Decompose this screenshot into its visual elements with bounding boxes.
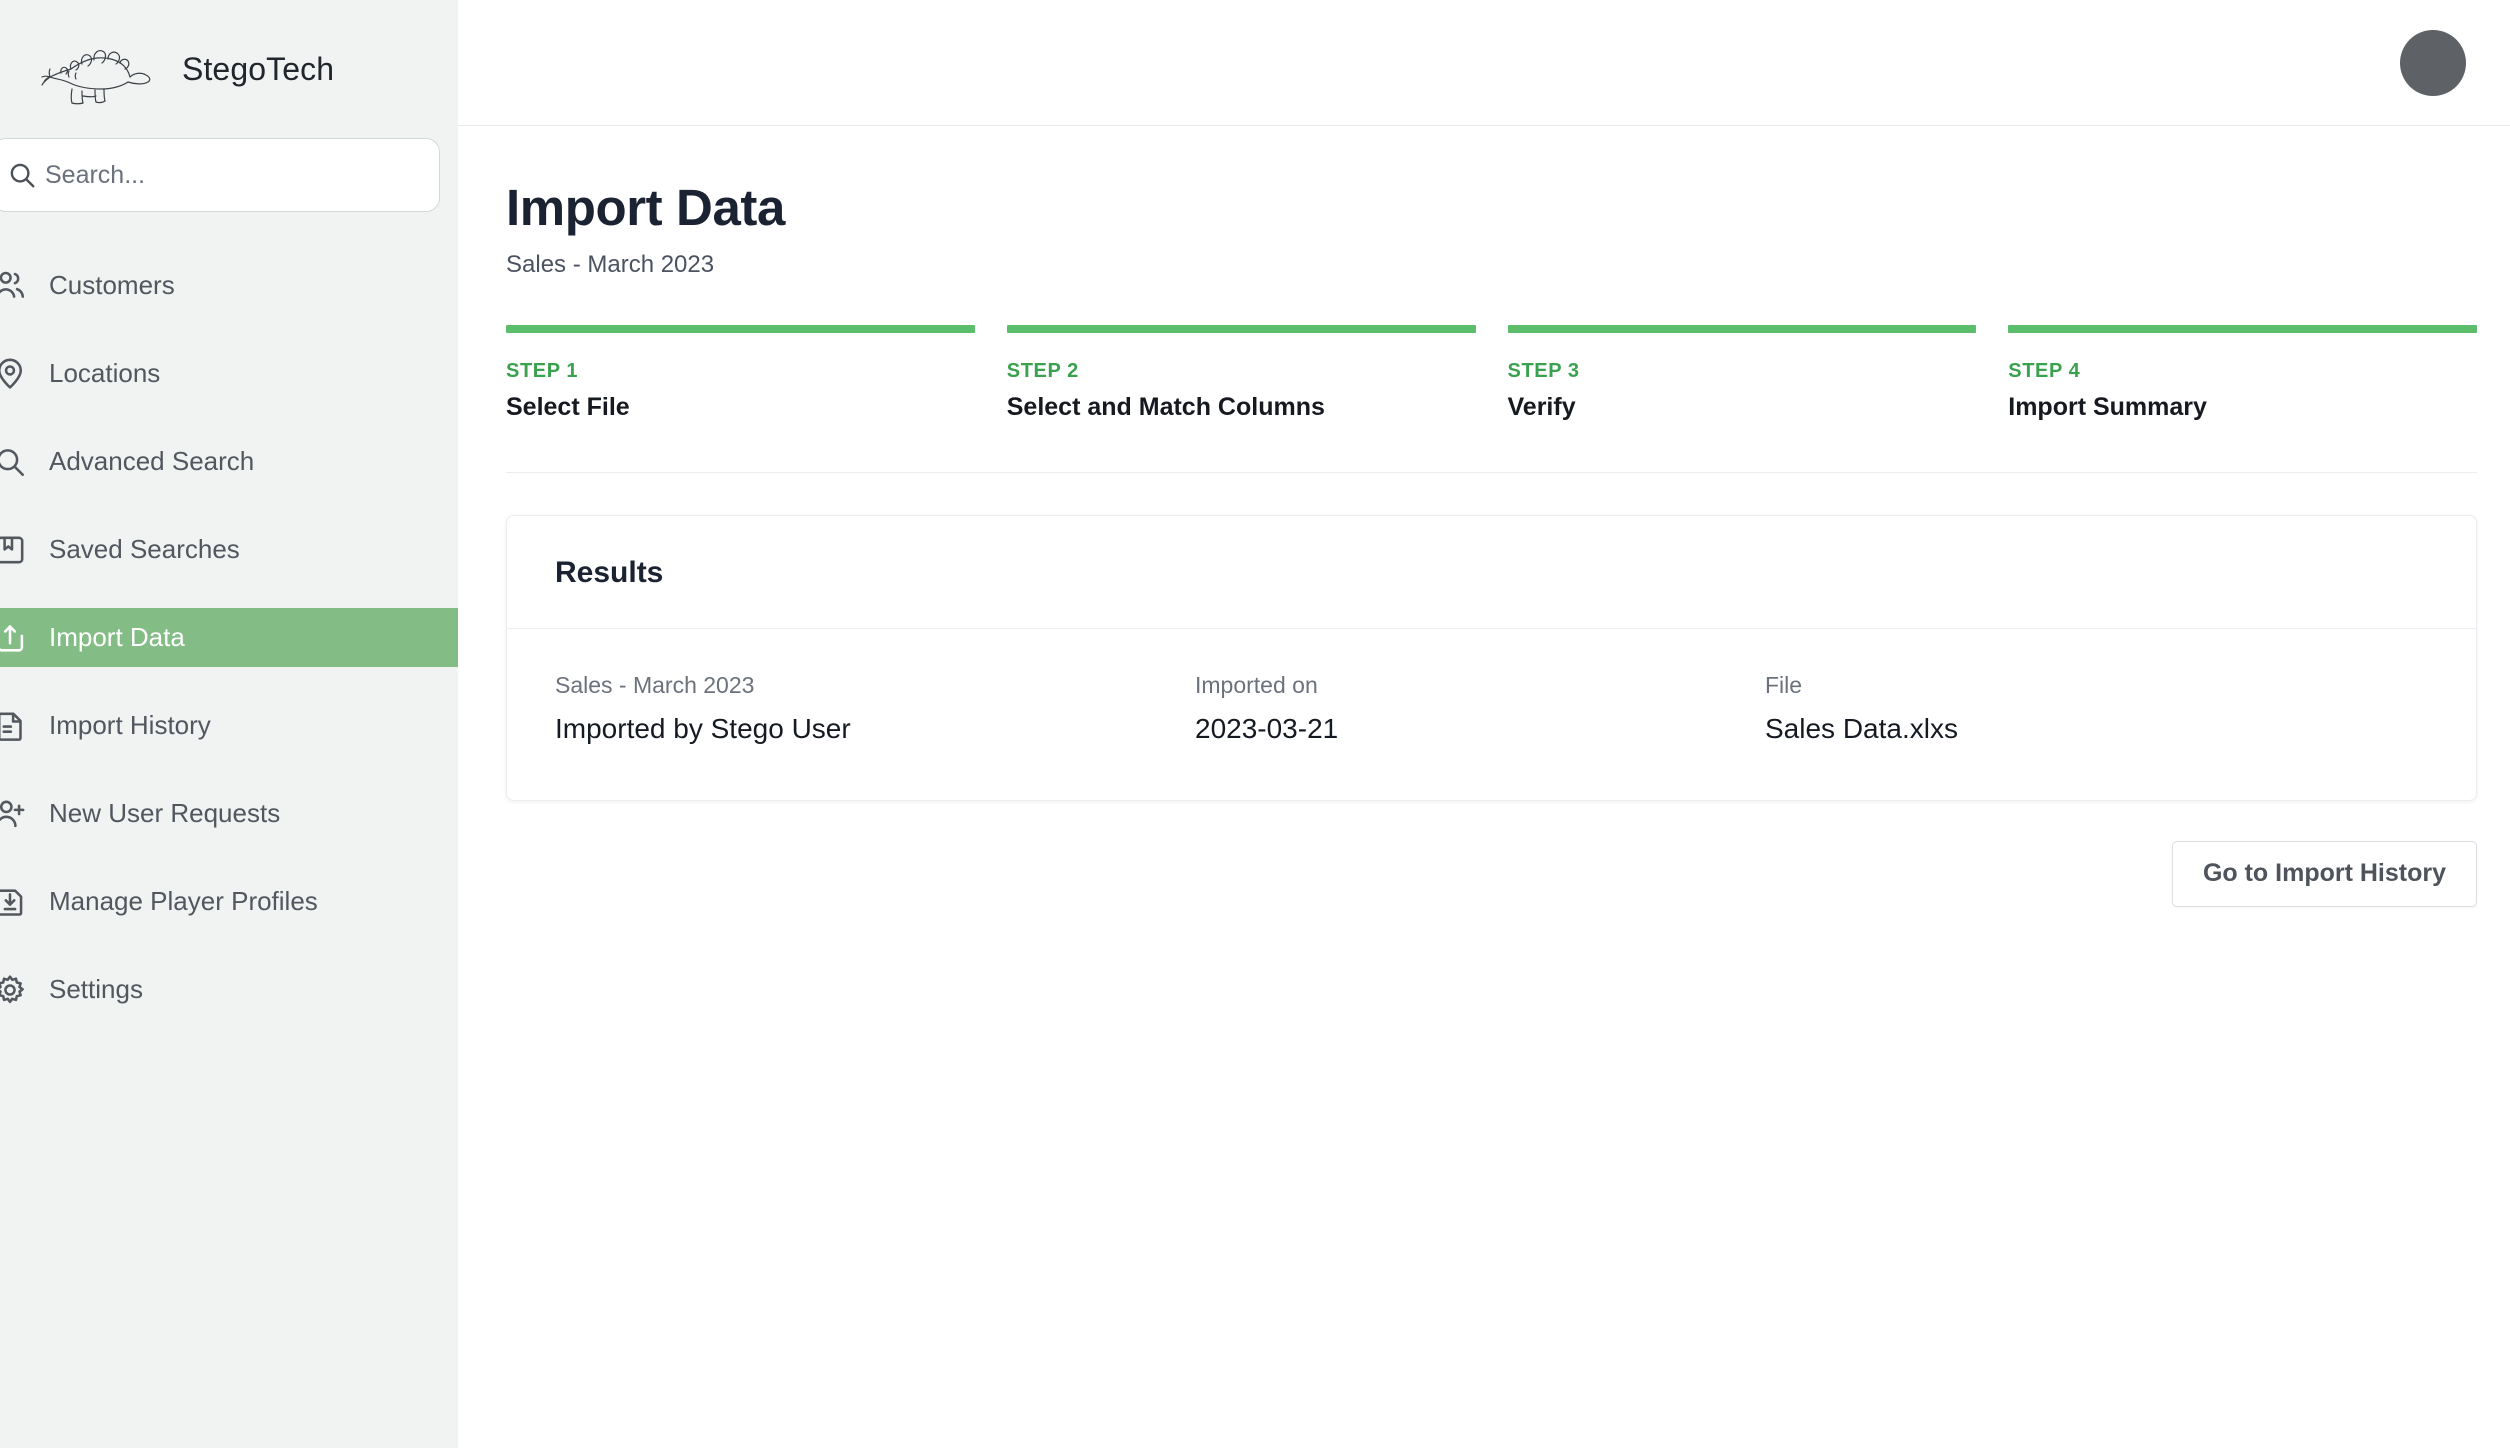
step-progress-bar: [1507, 324, 1977, 333]
search-icon: [0, 448, 25, 476]
app-root: StegoTech Customers: [0, 0, 2510, 1448]
sidebar-item-import-data[interactable]: Import Data: [0, 608, 458, 667]
sidebar-item-label: Customers: [49, 270, 175, 300]
field-value: Imported by Stego User: [555, 712, 851, 744]
page-subtitle: Sales - March 2023: [506, 250, 715, 278]
sidebar-item-label: Saved Searches: [49, 534, 240, 564]
sidebar-item-label: Import History: [49, 710, 211, 740]
gear-icon: [0, 974, 24, 1003]
brand[interactable]: StegoTech: [0, 0, 458, 138]
field-value: Sales Data.xlxs: [1765, 712, 1958, 744]
stepper-step[interactable]: STEP 3 Verify: [1507, 324, 1977, 422]
search-input[interactable]: [45, 139, 439, 211]
page-title: Import Data: [506, 179, 785, 236]
field-value: 2023-03-21: [1195, 712, 1339, 744]
sidebar-item-label: Advanced Search: [49, 446, 255, 476]
stepper-step[interactable]: STEP 4 Import Summary: [2008, 324, 2477, 422]
field-label: Imported on: [1195, 671, 1318, 698]
stepper-step[interactable]: STEP 1 Select File: [506, 324, 975, 422]
search-icon: [10, 163, 35, 188]
sidebar-item-new-user-requests[interactable]: New User Requests: [0, 784, 458, 843]
sidebar-item-label: New User Requests: [49, 798, 281, 828]
result-field-importer: Sales - March 2023 Imported by Stego Use…: [555, 672, 1195, 745]
sidebar: StegoTech Customers: [0, 0, 458, 1448]
stepper-step[interactable]: STEP 2 Select and Match Columns: [1006, 324, 1476, 422]
step-progress-bar: [1006, 324, 1476, 333]
card-actions: Go to Import History: [506, 840, 2477, 907]
avatar[interactable]: [2400, 29, 2466, 96]
result-field-imported-on: Imported on 2023-03-21: [1195, 672, 1765, 745]
map-pin-icon: [0, 358, 23, 389]
users-icon: [0, 271, 25, 298]
topbar: [458, 0, 2510, 126]
step-name: Verify: [1507, 392, 1576, 421]
list-doc-icon: [0, 712, 22, 741]
results-card-body: Sales - March 2023 Imported by Stego Use…: [507, 629, 2476, 800]
step-index: STEP 4: [2008, 359, 2081, 382]
sidebar-item-label: Settings: [49, 974, 143, 1004]
main-area: Import Data Sales - March 2023 STEP 1 Se…: [458, 0, 2510, 1448]
field-label: File: [1765, 671, 1803, 698]
step-progress-bar: [2008, 324, 2477, 333]
result-field-file: File Sales Data.xlxs: [1765, 672, 1958, 745]
sidebar-item-saved-searches[interactable]: Saved Searches: [0, 520, 458, 579]
field-label: Sales - March 2023: [555, 671, 755, 698]
step-index: STEP 3: [1507, 359, 1580, 382]
results-card-header: Results: [507, 516, 2476, 629]
sidebar-item-manage-player-profiles[interactable]: Manage Player Profiles: [0, 872, 458, 931]
bookmark-doc-icon: [0, 536, 24, 563]
go-to-import-history-button[interactable]: Go to Import History: [2171, 840, 2477, 907]
sidebar-search: [0, 138, 458, 212]
stegosaurus-logo-icon: [41, 49, 151, 105]
sidebar-item-label: Manage Player Profiles: [49, 886, 318, 916]
sidebar-item-advanced-search[interactable]: Advanced Search: [0, 432, 458, 491]
step-name: Select and Match Columns: [1006, 392, 1325, 421]
import-stepper: STEP 1 Select File STEP 2 Select and Mat…: [506, 324, 2477, 473]
upload-file-icon: [0, 624, 24, 652]
sidebar-item-label: Import Data: [49, 622, 185, 652]
sidebar-item-settings[interactable]: Settings: [0, 960, 458, 1019]
sidebar-item-label: Locations: [49, 358, 161, 388]
sidebar-item-locations[interactable]: Locations: [0, 344, 458, 403]
step-index: STEP 1: [506, 359, 579, 382]
user-plus-icon: [0, 800, 25, 827]
download-file-icon: [0, 888, 23, 916]
page-content: Import Data Sales - March 2023 STEP 1 Se…: [458, 126, 2510, 1448]
search-box[interactable]: [0, 138, 440, 212]
results-card: Results Sales - March 2023 Imported by S…: [506, 514, 2477, 801]
step-index: STEP 2: [1006, 359, 1079, 382]
step-progress-bar: [506, 324, 975, 333]
step-name: Import Summary: [2008, 392, 2207, 421]
results-card-title: Results: [555, 555, 664, 589]
brand-name: StegoTech: [182, 50, 335, 87]
step-name: Select File: [506, 392, 630, 421]
sidebar-nav: Customers Locations Advanced Search Save…: [0, 256, 458, 1048]
sidebar-item-customers[interactable]: Customers: [0, 256, 458, 315]
sidebar-item-import-history[interactable]: Import History: [0, 696, 458, 755]
